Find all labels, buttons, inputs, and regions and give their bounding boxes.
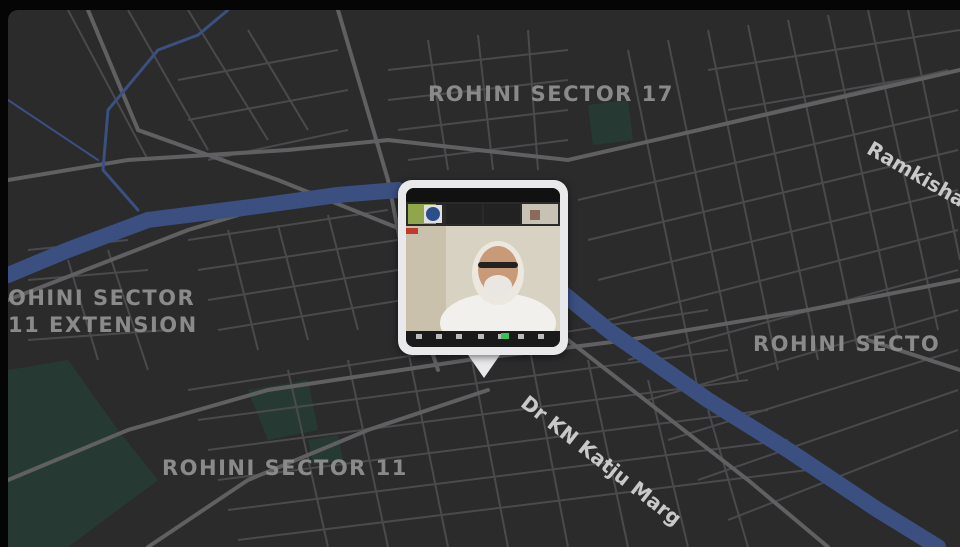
- photo-map-pin[interactable]: [398, 180, 568, 355]
- photo-thumbnail[interactable]: [406, 188, 560, 347]
- area-label-rohini-sector-17: ROHINI SECTOR 17: [428, 82, 674, 106]
- map-pin-pointer: [466, 352, 502, 378]
- video-call-thumbnail-image: [406, 188, 560, 347]
- area-label-rohini-sector-right: ROHINI SECTO: [753, 332, 941, 356]
- area-label-rohini-sector-extension-line1: OHINI SECTOR: [8, 286, 196, 310]
- screen-frame: ROHINI SECTOR 17 OHINI SECTOR 11 EXTENSI…: [0, 0, 960, 547]
- area-label-rohini-sector-11: ROHINI SECTOR 11: [162, 456, 408, 480]
- area-label-rohini-sector-extension-line2: 11 EXTENSION: [8, 313, 198, 337]
